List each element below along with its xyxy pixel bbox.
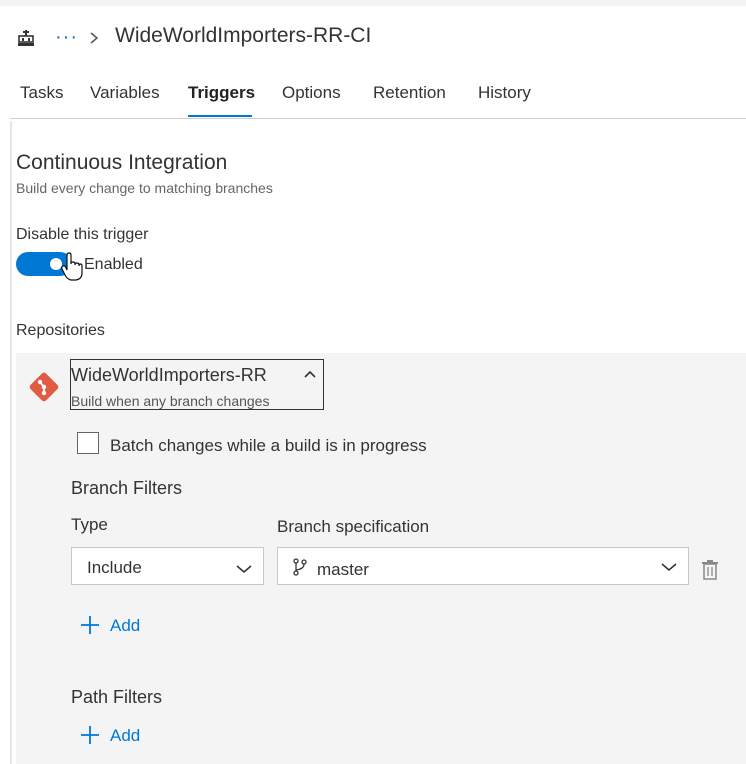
batch-changes-checkbox[interactable] <box>77 432 99 454</box>
more-button[interactable]: ··· <box>55 27 78 47</box>
tab-options[interactable]: Options <box>282 83 341 103</box>
chevron-down-icon <box>661 563 677 572</box>
branch-spec-dropdown[interactable]: master <box>277 547 689 585</box>
chevron-right-icon <box>90 32 99 44</box>
chevron-up-icon <box>304 370 316 378</box>
tab-divider <box>10 118 746 119</box>
repositories-label: Repositories <box>16 322 105 339</box>
tab-retention[interactable]: Retention <box>373 83 446 103</box>
batch-changes-label: Batch changes while a build is in progre… <box>110 436 427 455</box>
active-tab-indicator <box>188 115 252 117</box>
add-label: Add <box>110 616 141 635</box>
type-label: Type <box>71 515 108 534</box>
toggle-state-label: Enabled <box>84 256 143 273</box>
ci-section-title: Continuous Integration <box>16 151 228 174</box>
build-pipeline-icon <box>18 30 34 46</box>
add-branch-filter-button[interactable]: Add <box>80 615 150 639</box>
tab-bar: Tasks Variables Triggers Options Retenti… <box>0 80 746 120</box>
delete-filter-icon[interactable] <box>701 559 719 581</box>
header: ··· WideWorldImporters-RR-CI <box>0 20 746 60</box>
filter-type-dropdown[interactable]: Include <box>71 547 264 585</box>
branch-spec-value: master <box>317 560 369 579</box>
branch-spec-label: Branch specification <box>277 517 430 536</box>
repository-selector[interactable]: WideWorldImporters-RR Build when any bra… <box>70 359 324 410</box>
top-strip <box>0 0 746 6</box>
chevron-down-icon <box>236 565 252 574</box>
tab-tasks[interactable]: Tasks <box>20 83 63 103</box>
repository-name: WideWorldImporters-RR <box>71 365 267 385</box>
add-label: Add <box>110 726 141 745</box>
plus-icon <box>81 726 99 744</box>
add-path-filter-button[interactable]: Add <box>80 725 150 749</box>
tab-history[interactable]: History <box>478 83 531 103</box>
branch-filters-title: Branch Filters <box>71 478 183 498</box>
hand-cursor-icon <box>61 252 83 281</box>
content-left-border <box>10 121 12 764</box>
git-icon <box>29 372 59 402</box>
page-title: WideWorldImporters-RR-CI <box>115 24 372 47</box>
path-filters-title: Path Filters <box>71 687 163 707</box>
tab-triggers[interactable]: Triggers <box>188 83 255 103</box>
repository-subtitle: Build when any branch changes <box>71 393 270 409</box>
filter-type-value: Include <box>87 558 142 577</box>
tab-variables[interactable]: Variables <box>90 83 160 103</box>
disable-trigger-label: Disable this trigger <box>16 226 149 243</box>
plus-icon <box>81 616 99 634</box>
branch-icon <box>293 558 307 576</box>
ci-section-subtitle: Build every change to matching branches <box>16 180 273 196</box>
